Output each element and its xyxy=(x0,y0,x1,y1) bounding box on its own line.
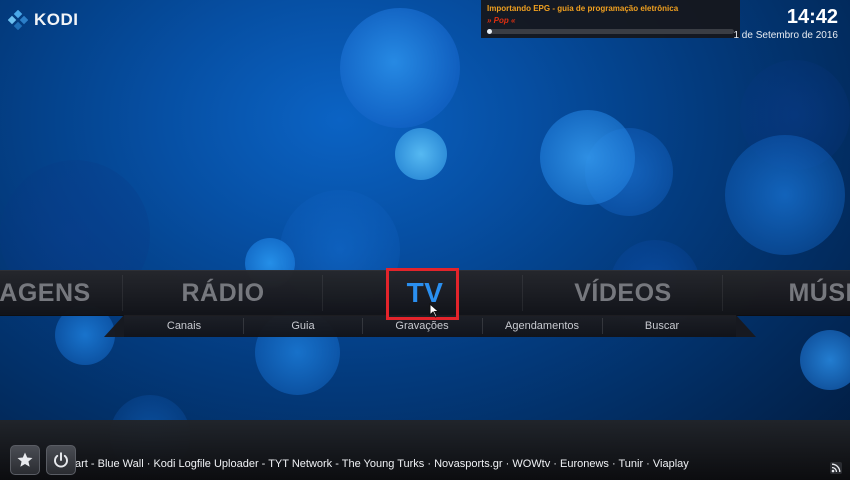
clock-time: 14:42 xyxy=(786,6,838,28)
submenu-item-guide[interactable]: Guia xyxy=(243,315,363,337)
epg-import-notification: Importando EPG - guia de programação ele… xyxy=(481,0,740,38)
submenu-item-channels[interactable]: Canais xyxy=(124,315,244,337)
rss-icon xyxy=(830,462,842,474)
submenu-item-timers[interactable]: Agendamentos xyxy=(482,315,602,337)
notification-progress-bar xyxy=(487,29,734,34)
favourites-button[interactable] xyxy=(10,445,40,475)
bokeh-bubble xyxy=(340,8,460,128)
menu-item-pictures[interactable]: AGENS xyxy=(0,271,95,315)
menu-divider xyxy=(722,275,723,311)
kodi-logo-icon xyxy=(8,10,28,30)
power-icon xyxy=(54,452,68,468)
bokeh-bubble xyxy=(725,135,845,255)
menu-item-radio[interactable]: RÁDIO xyxy=(143,271,303,315)
bottom-bar: art - Blue Wall · Kodi Logfile Uploader … xyxy=(0,420,850,480)
app-logo: KODI xyxy=(8,10,79,30)
menu-item-music[interactable]: MÚSIC xyxy=(760,271,850,315)
bokeh-bubble xyxy=(540,110,635,205)
menu-divider xyxy=(522,275,523,311)
selection-highlight-box xyxy=(386,268,459,320)
notification-progress-fill xyxy=(487,29,492,34)
notification-subtitle: » Pop « xyxy=(487,16,516,25)
menu-item-videos[interactable]: VÍDEOS xyxy=(543,271,703,315)
star-icon xyxy=(17,452,33,467)
menu-divider xyxy=(122,275,123,311)
power-button[interactable] xyxy=(46,445,76,475)
mouse-pointer-icon xyxy=(429,303,440,318)
bokeh-bubble xyxy=(800,330,850,390)
rss-ticker[interactable]: art - Blue Wall · Kodi Logfile Uploader … xyxy=(75,458,805,470)
notification-title: Importando EPG - guia de programação ele… xyxy=(487,4,679,13)
bokeh-bubble xyxy=(395,128,447,180)
menu-divider xyxy=(322,275,323,311)
clock: 14:42 1 de Setembro de 2016 xyxy=(733,6,838,41)
clock-date: 1 de Setembro de 2016 xyxy=(733,30,838,41)
submenu-item-search[interactable]: Buscar xyxy=(602,315,722,337)
app-logo-text: KODI xyxy=(34,10,79,29)
